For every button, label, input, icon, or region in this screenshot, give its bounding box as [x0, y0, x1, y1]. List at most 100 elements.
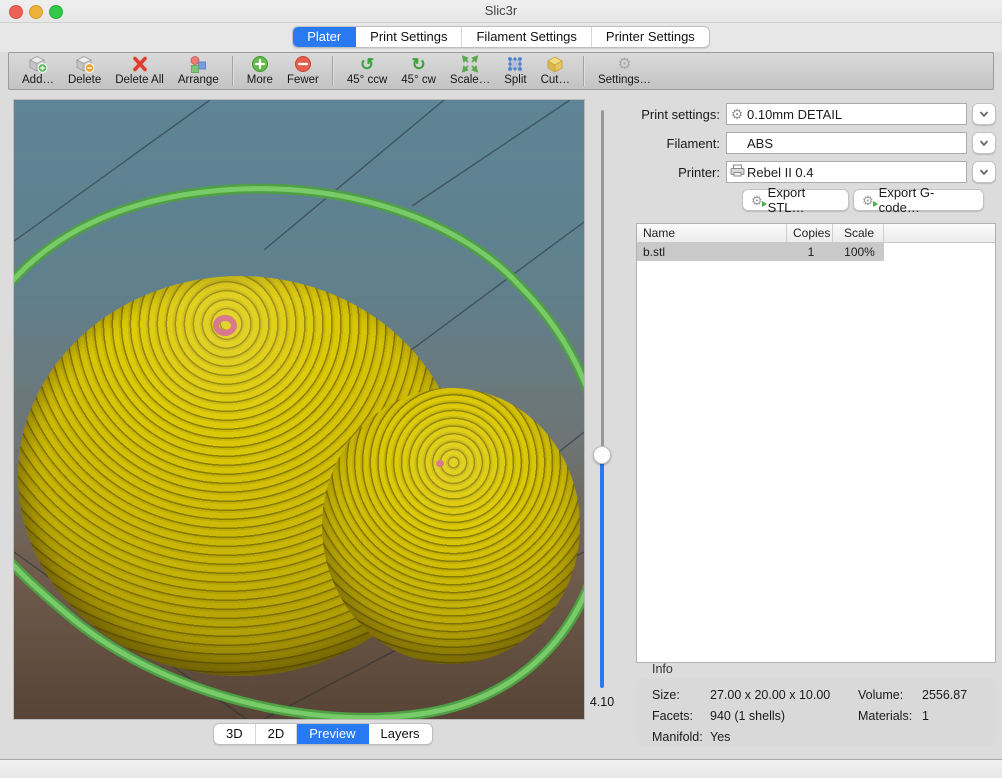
- export-gear-icon: ⚙: [862, 194, 874, 207]
- export-gcode-button[interactable]: ⚙ Export G-code…: [853, 189, 984, 211]
- layer-slider-value: 4.10: [585, 695, 619, 709]
- volume-label: Volume:: [858, 688, 922, 702]
- column-header-copies[interactable]: Copies: [787, 224, 833, 242]
- plus-circle-icon: [250, 54, 270, 74]
- perimeter-highlight-dot: [436, 460, 444, 467]
- toolbar-button-delete[interactable]: Delete: [61, 53, 108, 87]
- printer-field[interactable]: Rebel II 0.4: [726, 161, 967, 183]
- printer-label: Printer:: [632, 165, 720, 180]
- box-plus-icon: [27, 54, 49, 74]
- export-stl-button[interactable]: ⚙ Export STL…: [742, 189, 849, 211]
- toolbar-button-label: 45° ccw: [347, 74, 387, 87]
- toolbar-button-label: Split: [504, 74, 526, 87]
- arrange-cubes-icon: [187, 54, 209, 74]
- toolbar-button-more[interactable]: More: [240, 53, 280, 87]
- column-header-scale[interactable]: Scale: [833, 224, 884, 242]
- view-tab-preview[interactable]: Preview: [297, 724, 368, 744]
- layer-slider-track-lower[interactable]: [600, 455, 604, 688]
- toolbar-separator: [232, 56, 234, 86]
- print-settings-label: Print settings:: [632, 107, 720, 122]
- gear-icon: ⚙: [617, 54, 631, 74]
- toolbar-button-scale[interactable]: Scale…: [443, 53, 497, 87]
- info-box: Size: 27.00 x 20.00 x 10.00 Volume: 2556…: [636, 678, 996, 746]
- materials-value: 1: [922, 709, 996, 723]
- toolbar-button-label: Scale…: [450, 74, 490, 87]
- model-small-dome[interactable]: [322, 388, 580, 664]
- toolbar-button-45-ccw[interactable]: ↺45° ccw: [340, 53, 394, 87]
- toolbar-button-45-cw[interactable]: ↻45° cw: [394, 53, 443, 87]
- box-minus-icon: [74, 54, 96, 74]
- toolbar-button-label: Settings…: [598, 74, 651, 87]
- filament-label: Filament:: [632, 136, 720, 151]
- toolbar-button-arrange[interactable]: Arrange: [171, 53, 226, 87]
- toolbar-button-delete-all[interactable]: Delete All: [108, 53, 171, 87]
- toolbar-button-add[interactable]: Add…: [15, 53, 61, 87]
- manifold-label: Manifold:: [652, 730, 710, 744]
- tab-print-settings[interactable]: Print Settings: [356, 27, 462, 47]
- rotate-ccw-icon: ↺: [360, 54, 374, 74]
- status-bar: [0, 760, 1002, 778]
- cell-scale: 100%: [833, 243, 884, 261]
- printer-dropdown-button[interactable]: [972, 161, 996, 183]
- toolbar-separator: [332, 56, 334, 86]
- toolbar-button-settings[interactable]: ⚙Settings…: [591, 53, 658, 87]
- volume-value: 2556.87: [922, 688, 996, 702]
- view-tab-2d[interactable]: 2D: [256, 724, 298, 744]
- toolbar-button-cut[interactable]: Cut…: [534, 53, 577, 87]
- printer-row: Printer: Rebel II 0.4: [632, 161, 998, 183]
- view-tab-layers[interactable]: Layers: [369, 724, 432, 744]
- toolbar-button-split[interactable]: Split: [497, 53, 533, 87]
- layer-slider-thumb[interactable]: [593, 446, 611, 464]
- toolbar-button-label: More: [247, 74, 273, 87]
- tab-plater[interactable]: Plater: [293, 27, 356, 47]
- toolbar-button-fewer[interactable]: Fewer: [280, 53, 326, 87]
- materials-label: Materials:: [858, 709, 922, 723]
- export-row: ⚙ Export STL… ⚙ Export G-code…: [632, 189, 998, 211]
- chevron-down-icon: [977, 107, 991, 121]
- chevron-down-icon: [977, 165, 991, 179]
- plater-3d-viewport[interactable]: [14, 100, 584, 719]
- toolbar-button-label: Delete: [68, 74, 101, 87]
- settings-panel: Print settings: ⚙ 0.10mm DETAIL Filament…: [632, 100, 998, 750]
- view-tab-3d[interactable]: 3D: [214, 724, 256, 744]
- filament-dropdown-button[interactable]: [972, 132, 996, 154]
- split-icon: [505, 54, 525, 74]
- size-value: 27.00 x 20.00 x 10.00: [710, 688, 858, 702]
- toolbar-button-label: Cut…: [541, 74, 570, 87]
- manifold-value: Yes: [710, 730, 858, 744]
- size-label: Size:: [652, 688, 710, 702]
- main-tab-row: PlaterPrint SettingsFilament SettingsPri…: [0, 23, 1002, 52]
- minus-circle-icon: [293, 54, 313, 74]
- tab-printer-settings[interactable]: Printer Settings: [592, 27, 709, 47]
- print-settings-value: 0.10mm DETAIL: [747, 107, 842, 122]
- filament-field[interactable]: ABS: [726, 132, 967, 154]
- objects-table-header: NameCopiesScale: [637, 224, 995, 243]
- filament-row: Filament: ABS: [632, 132, 998, 154]
- layer-slider-track-upper[interactable]: [601, 110, 604, 455]
- toolbar-button-label: Arrange: [178, 74, 219, 87]
- filament-value: ABS: [747, 136, 773, 151]
- table-row[interactable]: b.stl1100%: [637, 243, 995, 261]
- printer-icon: [727, 164, 747, 180]
- rotate-cw-icon: ↻: [411, 54, 425, 74]
- print-settings-field[interactable]: ⚙ 0.10mm DETAIL: [726, 103, 967, 125]
- toolbar-button-label: Add…: [22, 74, 54, 87]
- toolbar-button-label: 45° cw: [401, 74, 436, 87]
- printer-value: Rebel II 0.4: [747, 165, 814, 180]
- toolbar-button-label: Fewer: [287, 74, 319, 87]
- print-settings-row: Print settings: ⚙ 0.10mm DETAIL: [632, 103, 998, 125]
- cut-box-icon: [544, 54, 566, 74]
- toolbar-separator: [583, 56, 585, 86]
- main-tabs: PlaterPrint SettingsFilament SettingsPri…: [292, 26, 710, 48]
- objects-table[interactable]: NameCopiesScaleb.stl1100%: [636, 223, 996, 663]
- tab-filament-settings[interactable]: Filament Settings: [462, 27, 591, 47]
- print-settings-dropdown-button[interactable]: [972, 103, 996, 125]
- window-title: Slic3r: [0, 3, 1002, 18]
- perimeter-highlight-ring: [213, 315, 237, 336]
- scale-arrows-icon: [460, 54, 480, 74]
- facets-value: 940 (1 shells): [710, 709, 858, 723]
- cell-name: b.stl: [637, 243, 787, 261]
- column-header-name[interactable]: Name: [637, 224, 787, 242]
- chevron-down-icon: [977, 136, 991, 150]
- export-gcode-label: Export G-code…: [879, 185, 975, 215]
